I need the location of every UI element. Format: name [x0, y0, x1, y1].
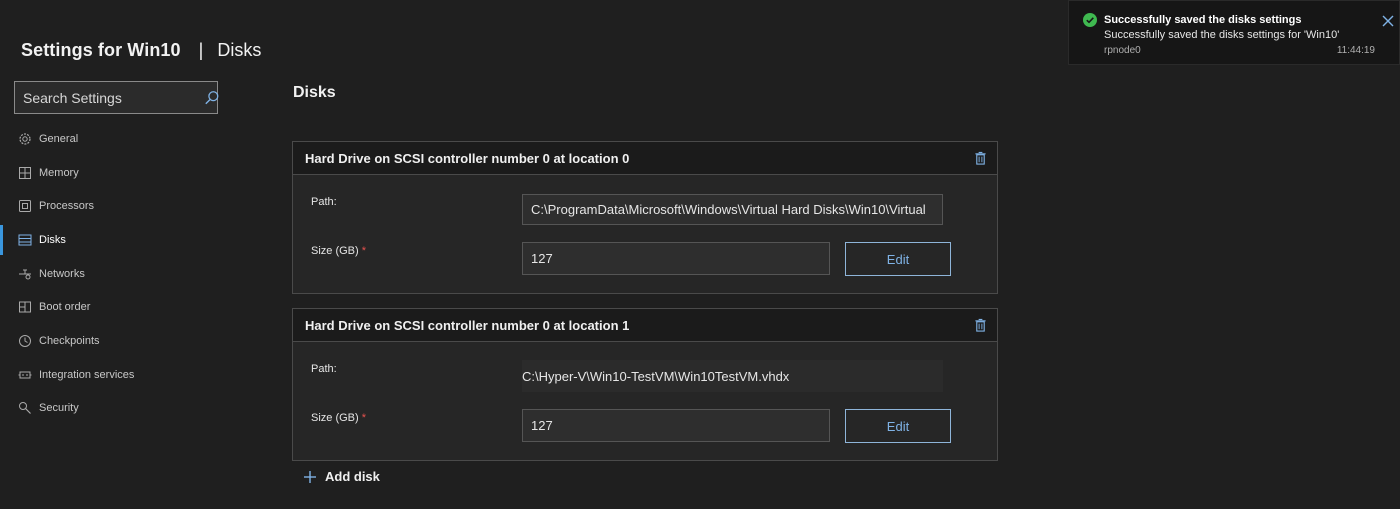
nav-item-disks[interactable]: Disks — [0, 223, 240, 257]
size-field[interactable]: 127 — [522, 409, 830, 442]
disk-title: Hard Drive on SCSI controller number 0 a… — [305, 317, 630, 333]
nav-item-checkpoints[interactable]: Checkpoints — [0, 324, 240, 358]
search-box[interactable] — [14, 81, 220, 114]
toast-message: Successfully saved the disks settings fo… — [1104, 29, 1340, 41]
search-input[interactable] — [23, 89, 204, 106]
nav-item-label: Memory — [39, 166, 79, 179]
nav-item-label: Disks — [39, 233, 66, 246]
nav-item-memory[interactable]: Memory — [0, 156, 240, 190]
delete-disk-button[interactable] — [973, 317, 987, 333]
toast-node: rpnode0 — [1104, 45, 1141, 56]
path-label: Path: — [311, 196, 337, 208]
page-header: Settings for Win10 | Disks — [21, 38, 261, 62]
gear-icon — [18, 132, 32, 146]
size-value: 127 — [531, 251, 553, 266]
size-label: Size (GB) * — [311, 245, 366, 257]
security-icon — [18, 401, 32, 415]
disk-icon — [18, 233, 32, 247]
nav-item-label: Processors — [39, 200, 95, 213]
nav-item-label: Security — [39, 402, 79, 415]
section-subtitle: Disks — [217, 39, 262, 60]
disk-card-header: Hard Drive on SCSI controller number 0 a… — [293, 309, 997, 342]
network-icon — [18, 267, 32, 281]
path-field: C:\Hyper-V\Win10-TestVM\Win10TestVM.vhdx — [522, 360, 943, 392]
nav-item-processors[interactable]: Processors — [0, 189, 240, 223]
settings-nav: General Memory Processors Disks Networks… — [0, 122, 240, 425]
boot-order-icon — [18, 300, 32, 314]
nav-item-boot-order[interactable]: Boot order — [0, 290, 240, 324]
trash-icon — [974, 151, 986, 165]
checkpoint-icon — [18, 334, 32, 348]
trash-icon — [974, 318, 986, 332]
search-icon[interactable] — [204, 89, 220, 107]
edit-button[interactable]: Edit — [845, 242, 951, 276]
required-mark: * — [361, 412, 366, 424]
toast-title: Successfully saved the disks settings — [1104, 14, 1302, 26]
notification-toast: Successfully saved the disks settings Su… — [1068, 0, 1400, 65]
path-value: C:\Hyper-V\Win10-TestVM\Win10TestVM.vhdx — [522, 368, 790, 384]
delete-disk-button[interactable] — [973, 150, 987, 166]
nav-item-label: Checkpoints — [39, 334, 100, 347]
nav-item-integration-services[interactable]: Integration services — [0, 358, 240, 392]
add-disk-button[interactable]: Add disk — [303, 469, 380, 484]
nav-item-label: Boot order — [39, 301, 91, 314]
path-field[interactable]: C:\ProgramData\Microsoft\Windows\Virtual… — [522, 194, 943, 225]
size-field[interactable]: 127 — [522, 242, 830, 275]
plus-icon — [304, 470, 316, 483]
close-icon[interactable] — [1381, 14, 1395, 28]
integration-icon — [18, 368, 32, 382]
nav-item-label: General — [39, 132, 79, 145]
header-separator: | — [198, 39, 204, 60]
settings-title: Settings for Win10 — [21, 39, 181, 60]
nav-item-security[interactable]: Security — [0, 392, 240, 426]
nav-item-general[interactable]: General — [0, 122, 240, 156]
success-check-icon — [1083, 13, 1097, 27]
disk-card: Hard Drive on SCSI controller number 0 a… — [292, 308, 998, 461]
size-value: 127 — [531, 418, 553, 433]
disk-card-header: Hard Drive on SCSI controller number 0 a… — [293, 142, 997, 175]
required-mark: * — [361, 245, 366, 257]
processor-icon — [18, 199, 32, 213]
nav-item-networks[interactable]: Networks — [0, 257, 240, 291]
edit-button[interactable]: Edit — [845, 409, 951, 443]
path-label: Path: — [311, 363, 337, 375]
nav-item-label: Integration services — [39, 368, 135, 381]
memory-icon — [18, 166, 32, 180]
add-disk-label: Add disk — [325, 469, 380, 484]
size-label: Size (GB) * — [311, 412, 366, 424]
disk-card: Hard Drive on SCSI controller number 0 a… — [292, 141, 998, 294]
page-title: Disks — [293, 84, 336, 101]
disk-title: Hard Drive on SCSI controller number 0 a… — [305, 150, 630, 166]
path-value: C:\ProgramData\Microsoft\Windows\Virtual… — [531, 202, 926, 217]
nav-item-label: Networks — [39, 267, 85, 280]
toast-time: 11:44:19 — [1336, 45, 1375, 56]
